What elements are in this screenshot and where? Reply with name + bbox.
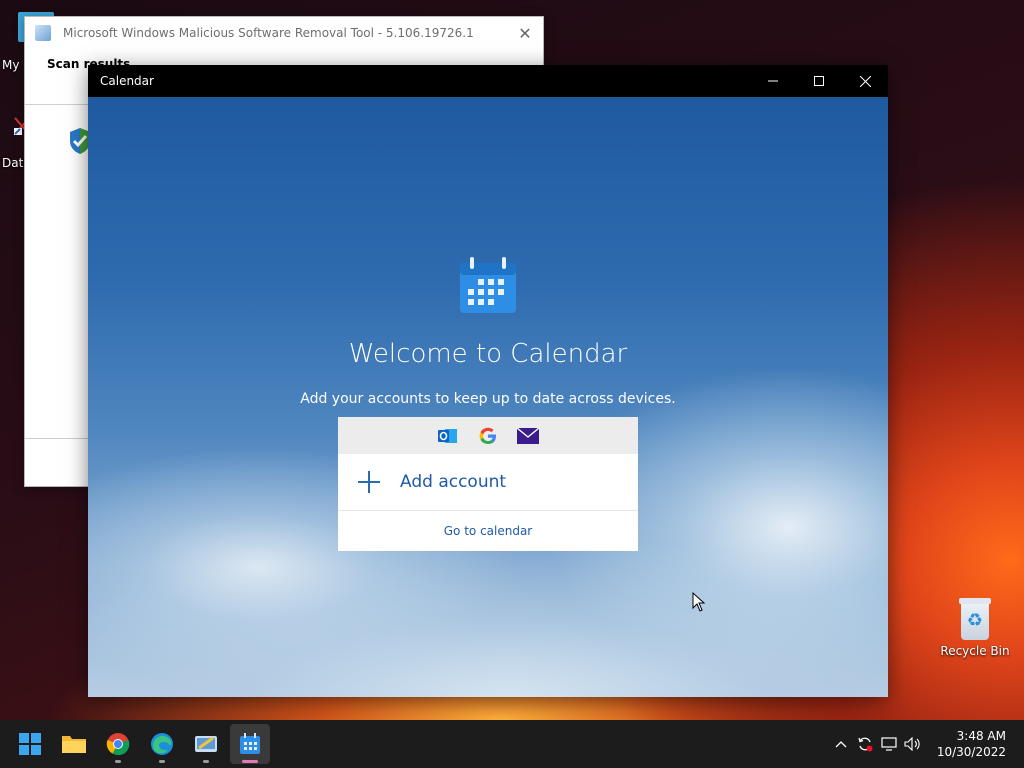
network-button[interactable]: [877, 732, 901, 756]
close-icon: [859, 75, 871, 87]
chrome-icon: [106, 733, 130, 756]
start-button[interactable]: [10, 724, 50, 764]
provider-bar: [338, 417, 638, 454]
calendar-icon: [240, 733, 260, 754]
go-to-calendar-link[interactable]: Go to calendar: [338, 511, 638, 551]
google-icon: [476, 424, 500, 448]
taskbar-clock[interactable]: 3:48 AM 10/30/2022: [937, 728, 1006, 760]
taskbar: 3:48 AM 10/30/2022: [0, 720, 1024, 768]
calendar-titlebar[interactable]: Calendar: [88, 65, 888, 97]
taskbar-edge[interactable]: [142, 724, 182, 764]
windows-logo-icon: [19, 733, 41, 755]
sync-icon: [858, 737, 873, 752]
close-button[interactable]: [842, 65, 888, 97]
taskbar-file-explorer[interactable]: [54, 724, 94, 764]
clock-time: 3:48 AM: [956, 729, 1006, 743]
msrt-app-icon: [35, 25, 51, 41]
calendar-window[interactable]: Calendar Welcome to Calendar Add your ac…: [88, 65, 888, 697]
network-icon: [881, 737, 897, 751]
welcome-subtitle: Add your accounts to keep up to date acr…: [300, 391, 676, 407]
calendar-title: Calendar: [100, 74, 154, 88]
taskbar-msrt[interactable]: [186, 724, 226, 764]
msrt-titlebar[interactable]: Microsoft Windows Malicious Software Rem…: [25, 17, 543, 49]
minimize-icon: [768, 80, 778, 82]
account-card: Add account Go to calendar: [338, 417, 638, 551]
minimize-button[interactable]: [750, 65, 796, 97]
folder-icon: [62, 736, 86, 753]
update-sync-button[interactable]: [853, 732, 877, 756]
msrt-title: Microsoft Windows Malicious Software Rem…: [63, 26, 474, 40]
taskbar-calendar[interactable]: [230, 724, 270, 764]
calendar-icon: [460, 257, 516, 313]
show-hidden-icons-button[interactable]: [829, 732, 853, 756]
mouse-cursor-icon: [692, 592, 706, 612]
clock-date: 10/30/2022: [936, 745, 1006, 759]
plus-icon: [358, 471, 380, 493]
mail-icon: [516, 424, 540, 448]
volume-button[interactable]: [901, 732, 925, 756]
desktop-icon-label: My: [2, 58, 20, 72]
calendar-welcome-pane: Welcome to Calendar Add your accounts to…: [88, 97, 888, 697]
chevron-up-icon: [835, 741, 847, 748]
outlook-icon: [436, 424, 460, 448]
add-account-button[interactable]: Add account: [338, 454, 638, 511]
welcome-title: Welcome to Calendar: [348, 339, 628, 369]
desktop-icon-recycle-bin[interactable]: ♻ Recycle Bin: [940, 596, 1010, 658]
desktop-icon-my-computer[interactable]: My: [2, 12, 54, 72]
system-tray: 3:48 AM 10/30/2022: [829, 720, 1024, 768]
msrt-app-icon: [195, 736, 217, 752]
edge-icon: [151, 733, 173, 755]
speaker-icon: [904, 737, 920, 751]
taskbar-chrome[interactable]: [98, 724, 138, 764]
maximize-icon: [814, 76, 824, 86]
desktop-icon-label: Recycle Bin: [940, 644, 1010, 658]
maximize-button[interactable]: [796, 65, 842, 97]
recycle-bin-icon: ♻: [957, 596, 993, 640]
msrt-close-button[interactable]: ✕: [507, 24, 543, 43]
add-account-label: Add account: [400, 472, 507, 492]
